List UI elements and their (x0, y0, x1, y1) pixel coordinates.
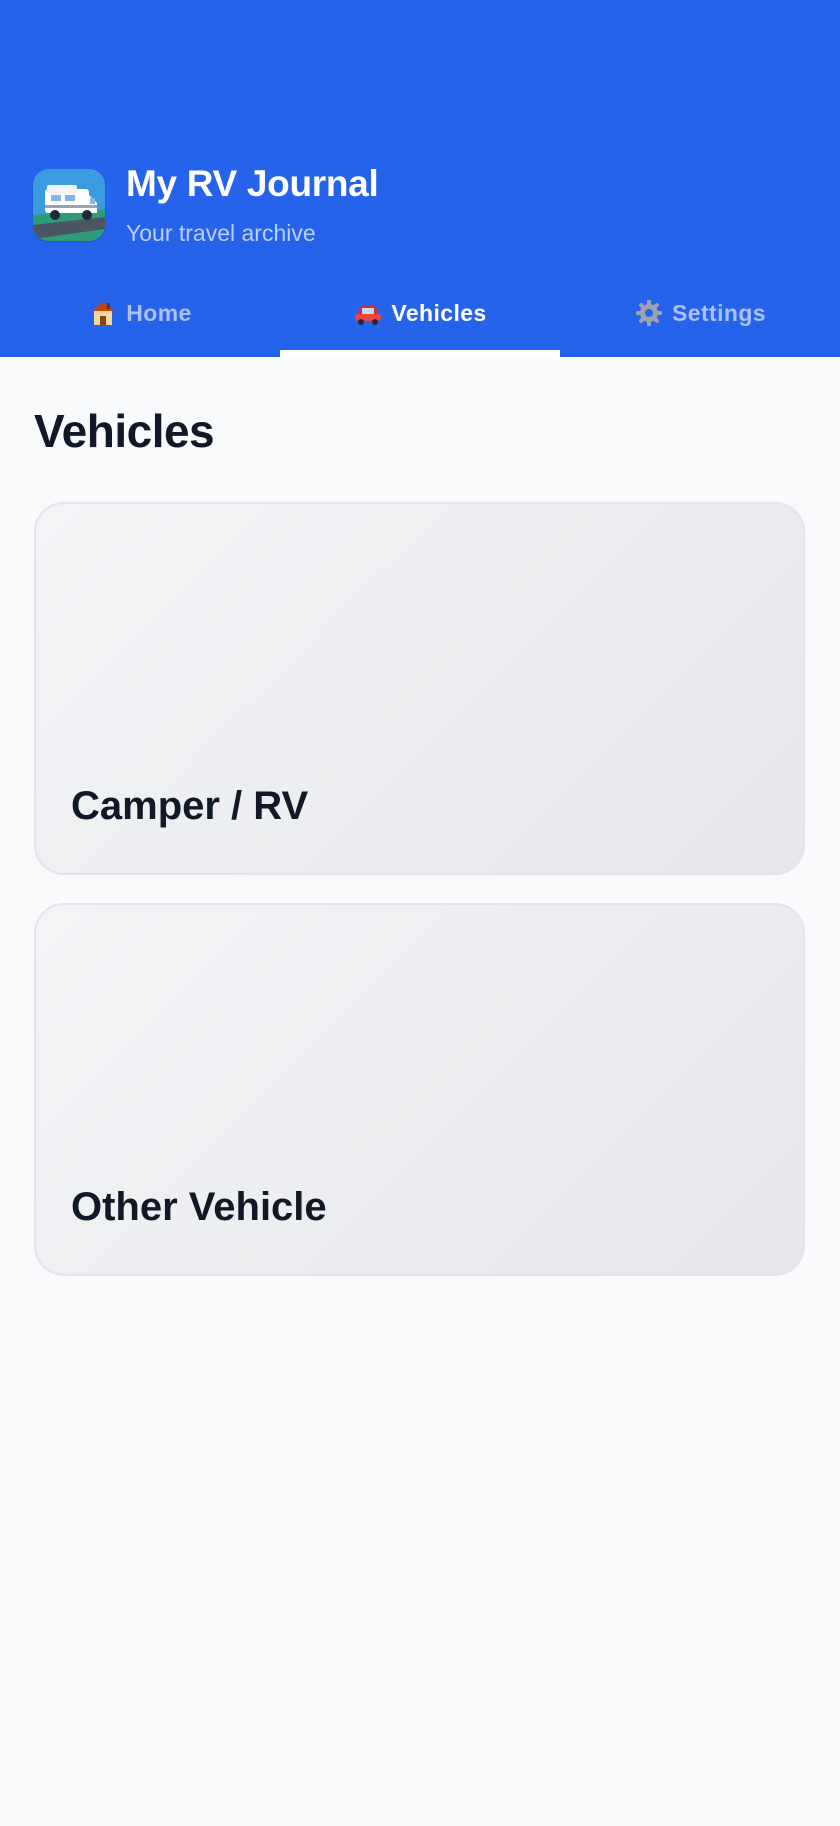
app-screen: My RV Journal Your travel archive Home V… (0, 0, 840, 1826)
tab-home-label: Home (126, 299, 192, 326)
tab-settings-content: Settings (634, 298, 766, 328)
vehicle-card-label: Camper / RV (71, 784, 309, 828)
tab-vehicles[interactable]: Vehicles (280, 290, 560, 357)
vehicle-card-other[interactable]: Other Vehicle (34, 903, 805, 1276)
active-tab-indicator (280, 350, 560, 357)
vehicle-card-camper[interactable]: Camper / RV (34, 502, 805, 875)
app-title: My RV Journal (126, 163, 379, 204)
tab-bar: Home Vehicles Settings (0, 290, 840, 357)
tab-vehicles-label: Vehicles (391, 299, 487, 326)
tab-vehicles-content: Vehicles (353, 298, 486, 328)
vehicle-card-label: Other Vehicle (71, 1185, 327, 1229)
tab-settings-label: Settings (672, 299, 766, 326)
app-header: My RV Journal Your travel archive Home V… (0, 0, 840, 357)
gear-icon (634, 298, 664, 328)
house-icon (88, 298, 118, 328)
red-car-icon (353, 298, 383, 328)
tab-home-content: Home (88, 298, 192, 328)
tab-settings[interactable]: Settings (560, 290, 840, 357)
camper-van-icon (33, 169, 105, 241)
page-title: Vehicles (34, 405, 215, 457)
app-subtitle: Your travel archive (126, 220, 316, 246)
tab-home[interactable]: Home (0, 290, 280, 357)
